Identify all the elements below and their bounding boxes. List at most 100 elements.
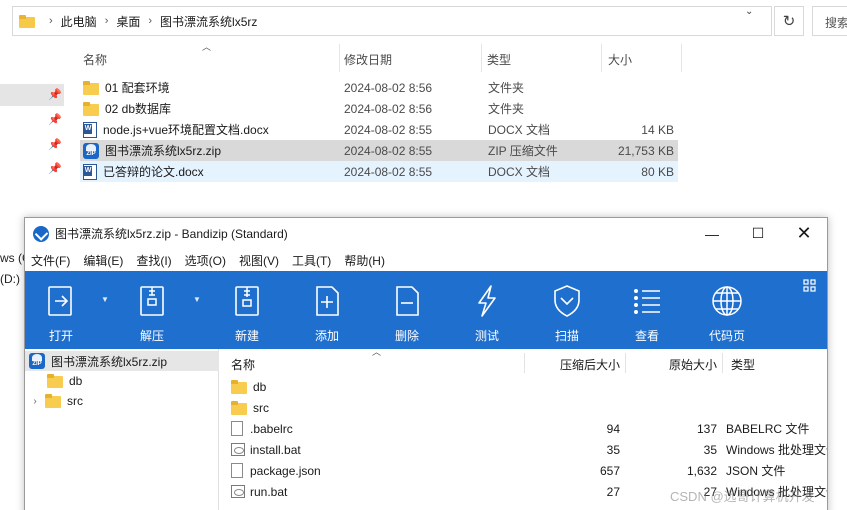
entry-original-size: 1,632 — [686, 463, 717, 478]
delete-label: 删除 — [394, 329, 419, 343]
archive-entry-row[interactable]: .babelrc 94 137 BABELRC 文件 — [224, 418, 827, 439]
search-input[interactable]: 搜索 — [812, 6, 847, 36]
column-header-name[interactable]: 名称 — [231, 353, 521, 373]
breadcrumb-this-pc[interactable]: 此电脑 — [61, 13, 97, 30]
column-divider[interactable] — [481, 44, 482, 72]
archive-entry-row[interactable]: db — [224, 376, 827, 397]
codepage-button[interactable]: 代码页 — [705, 271, 749, 349]
column-header-type[interactable]: 类型 — [484, 44, 602, 72]
archive-entry-row[interactable]: package.json 657 1,632 JSON 文件 — [224, 460, 827, 481]
zip-icon: ZIP — [83, 142, 99, 159]
menu-help[interactable]: 帮助(H) — [344, 252, 385, 269]
pin-icon: 📌 — [48, 114, 62, 126]
entry-type: Windows 批处理文件 — [726, 443, 827, 457]
tree-item-archive-root[interactable]: ZIP 图书漂流系统lx5rz.zip — [25, 351, 219, 371]
archive-entry-row[interactable]: install.bat 35 35 Windows 批处理文件 — [224, 439, 827, 460]
chevron-down-icon[interactable]: ▼ — [193, 295, 201, 304]
file-row[interactable]: 02 db数据库 2024-08-02 8:56 文件夹 — [80, 98, 678, 119]
column-header-type[interactable]: 类型 — [727, 353, 827, 373]
lightning-icon — [478, 285, 496, 317]
scan-label: 扫描 — [554, 329, 579, 343]
tree-item-label: db — [69, 374, 83, 388]
address-bar[interactable]: › 此电脑 › 桌面 › 图书漂流系统lx5rz — [12, 6, 772, 36]
docx-icon — [83, 121, 97, 138]
maximize-button[interactable]: ☐ — [735, 218, 781, 249]
chevron-right-icon[interactable]: › — [29, 396, 41, 407]
test-button[interactable]: 测试 — [466, 271, 508, 349]
view-label: 查看 — [634, 329, 659, 343]
file-type: DOCX 文档 — [488, 165, 551, 179]
column-divider[interactable] — [339, 44, 340, 72]
shield-icon — [554, 285, 580, 317]
chevron-right-icon: › — [104, 15, 109, 27]
file-date: 2024-08-02 8:55 — [344, 143, 433, 158]
folder-icon — [83, 80, 99, 95]
chevron-down-icon[interactable]: ⌄ — [745, 6, 753, 17]
file-type: 文件夹 — [488, 102, 525, 116]
column-header-date[interactable]: 修改日期 — [341, 44, 481, 72]
folder-icon — [45, 394, 61, 408]
column-divider[interactable] — [601, 44, 602, 72]
tree-item-db[interactable]: db — [25, 371, 219, 391]
column-divider[interactable] — [722, 353, 723, 373]
file-date: 2024-08-02 8:55 — [344, 122, 433, 137]
bandizip-window: 图书漂流系统lx5rz.zip - Bandizip (Standard) — … — [24, 217, 828, 510]
chevron-right-icon: › — [49, 15, 53, 27]
pin-icon: 📌 — [48, 163, 62, 175]
bat-icon — [231, 443, 245, 456]
minimize-button[interactable]: — — [689, 218, 735, 249]
file-row[interactable]: 01 配套环境 2024-08-02 8:56 文件夹 — [80, 77, 678, 98]
archive-entry-row[interactable]: src — [224, 397, 827, 418]
breadcrumb-desktop[interactable]: 桌面 — [116, 13, 140, 30]
menu-edit[interactable]: 编辑(E) — [83, 252, 123, 269]
add-button[interactable]: 添加 — [306, 271, 348, 349]
breadcrumb-current-folder[interactable]: 图书漂流系统lx5rz — [160, 13, 257, 30]
file-row[interactable]: node.js+vue环境配置文档.docx 2024-08-02 8:55 D… — [80, 119, 678, 140]
navigation-pane — [0, 40, 64, 220]
entry-name: install.bat — [250, 442, 301, 457]
new-archive-button[interactable]: 新建 — [226, 271, 268, 349]
add-label: 添加 — [314, 329, 339, 343]
entry-name: package.json — [250, 463, 321, 478]
file-icon — [231, 421, 243, 436]
menu-view[interactable]: 视图(V) — [239, 252, 279, 269]
file-row-hover[interactable]: 已答辩的论文.docx 2024-08-02 8:55 DOCX 文档 80 K… — [80, 161, 678, 182]
file-date: 2024-08-02 8:56 — [344, 101, 433, 116]
close-button[interactable]: ✕ — [781, 218, 827, 249]
menu-file[interactable]: 文件(F) — [31, 252, 70, 269]
menu-tools[interactable]: 工具(T) — [292, 252, 331, 269]
scan-button[interactable]: 扫描 — [546, 271, 588, 349]
nav-item-drive-d[interactable]: (D:) — [0, 272, 20, 286]
delete-button[interactable]: 删除 — [386, 271, 428, 349]
title-bar[interactable]: 图书漂流系统lx5rz.zip - Bandizip (Standard) — … — [25, 218, 827, 249]
folder-icon — [231, 400, 247, 415]
chevron-down-icon[interactable]: ▼ — [101, 295, 109, 304]
open-button[interactable]: 打开 — [41, 271, 81, 349]
extract-button[interactable]: 解压 — [131, 271, 173, 349]
file-type: 文件夹 — [488, 81, 525, 95]
menu-find[interactable]: 查找(I) — [136, 252, 171, 269]
file-name: node.js+vue环境配置文档.docx — [103, 123, 269, 137]
file-row-selected[interactable]: ZIP 图书漂流系统lx5rz.zip 2024-08-02 8:55 ZIP 压… — [80, 140, 678, 161]
refresh-button[interactable]: ↻ — [774, 6, 804, 36]
test-label: 测试 — [474, 329, 499, 343]
bat-icon — [231, 485, 245, 498]
menu-options[interactable]: 选项(O) — [185, 252, 226, 269]
entry-original-size: 137 — [696, 421, 717, 436]
column-header-compressed[interactable]: 压缩后大小 — [524, 353, 620, 373]
column-divider[interactable] — [681, 44, 682, 72]
file-date: 2024-08-02 8:56 — [344, 80, 433, 95]
tree-item-src[interactable]: › src — [25, 391, 219, 411]
column-header-size[interactable]: 大小 — [605, 44, 681, 72]
toolbar: 打开 ▼ 解压 ▼ 新建 添加 删除 测试 扫描 查看 代码页 — [25, 271, 827, 349]
file-date: 2024-08-02 8:55 — [344, 164, 433, 179]
globe-icon — [712, 286, 742, 316]
view-button[interactable]: 查看 — [626, 271, 668, 349]
column-header-name[interactable]: 名称 — [80, 44, 340, 72]
new-archive-label: 新建 — [234, 329, 259, 343]
new-archive-icon — [235, 286, 259, 316]
chevron-right-icon: › — [148, 15, 153, 27]
layout-grid-icon[interactable] — [803, 279, 816, 292]
file-name: 图书漂流系统lx5rz.zip — [105, 144, 222, 158]
column-header-original[interactable]: 原始大小 — [620, 353, 717, 373]
